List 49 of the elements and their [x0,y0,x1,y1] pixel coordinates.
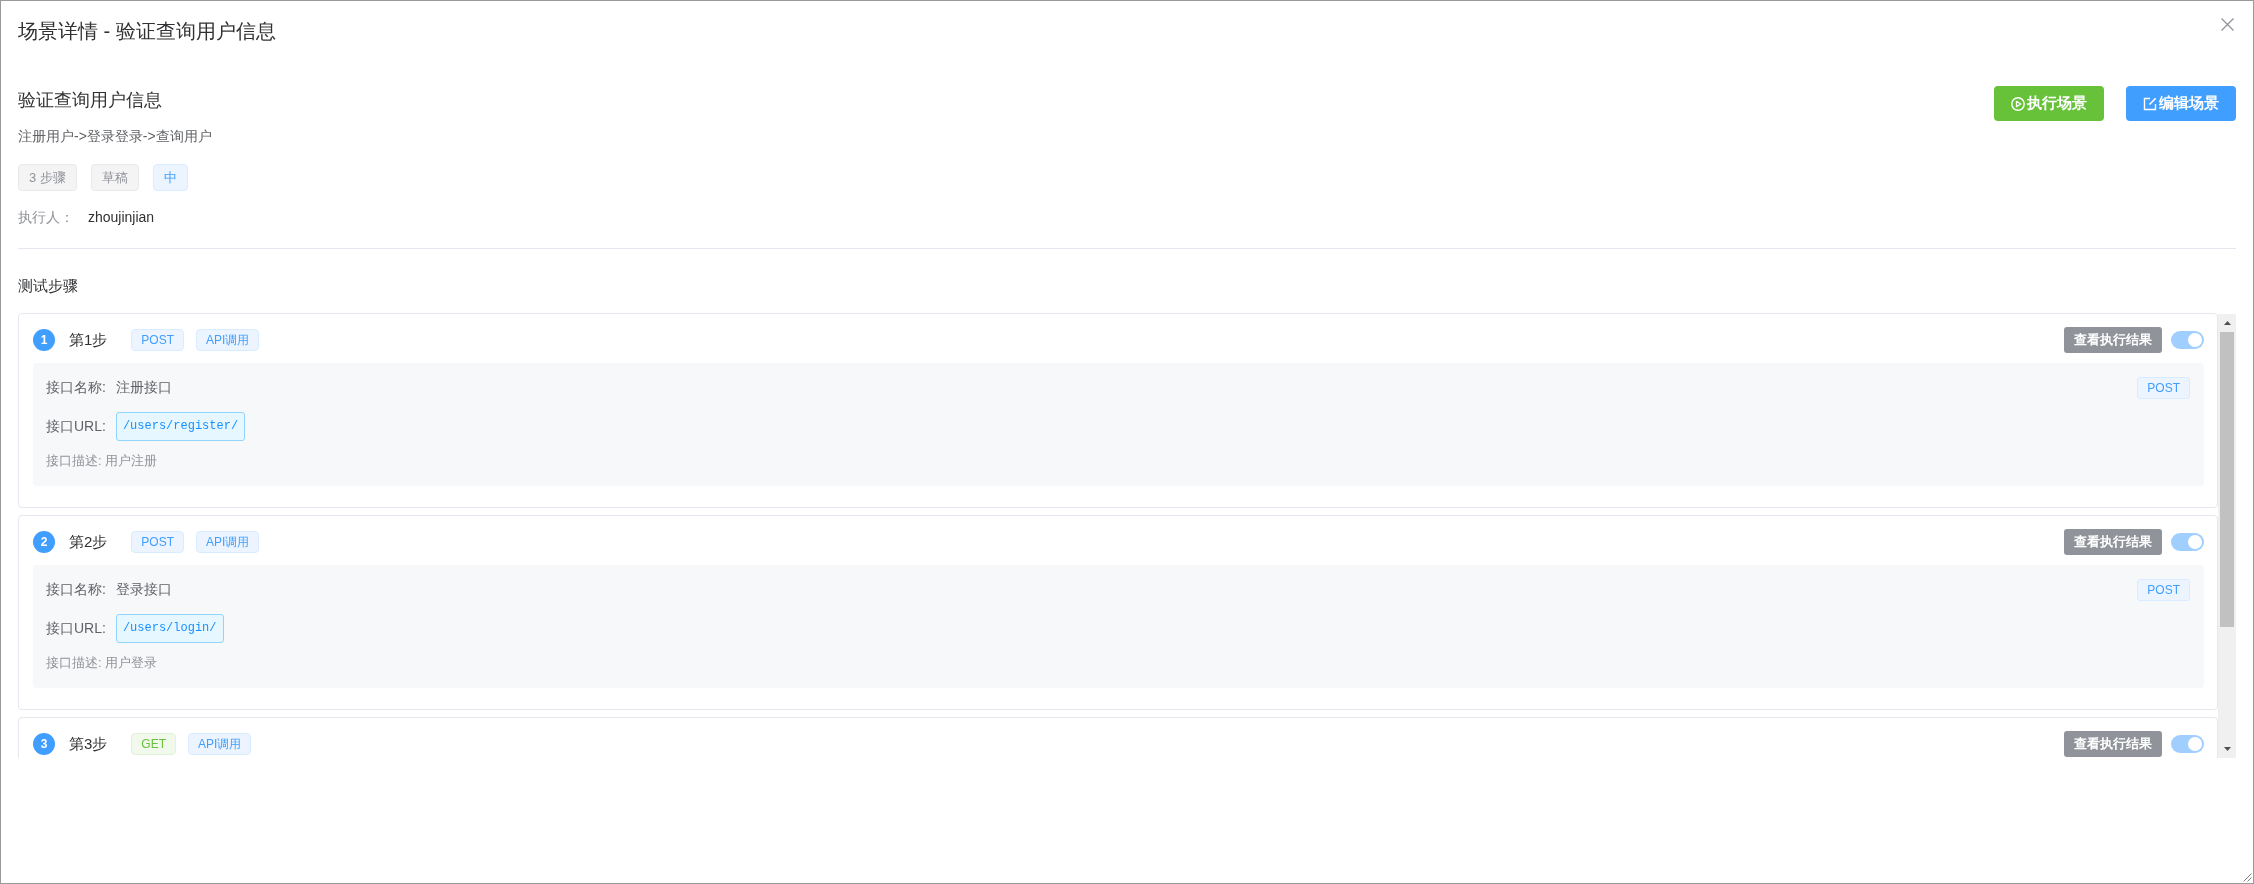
view-result-button[interactable]: 查看执行结果 [2064,731,2162,757]
view-result-button[interactable]: 查看执行结果 [2064,529,2162,555]
method-tag: POST [131,329,184,351]
scenario-tag: 3 步骤 [18,164,77,191]
resize-grip-icon[interactable] [2243,873,2252,882]
type-tag: API调用 [196,329,260,351]
api-name-label: 接口名称: [46,581,106,599]
scroll-up-arrow-icon[interactable] [2223,321,2231,325]
scroll-down-arrow-icon[interactable] [2223,747,2231,751]
method-tag: GET [131,733,176,755]
api-url-label: 接口URL: [46,417,106,436]
edit-icon [2143,96,2157,111]
step-toggle[interactable] [2171,533,2204,551]
type-tag: API调用 [196,531,260,553]
type-tag: API调用 [188,733,252,755]
step-title: 第2步 [69,532,108,552]
dialog-title: 场景详情 - 验证查询用户信息 [18,19,276,44]
step-title: 第3步 [69,734,108,754]
step-number: 3 [33,733,55,755]
api-description: 接口描述: 用户注册 [46,452,159,470]
scenario-description: 注册用户->登录登录->查询用户 [18,127,212,146]
scenario-tag: 中 [152,164,188,191]
method-tag: POST [2137,579,2190,601]
api-name-label: 接口名称: [46,379,106,397]
api-url-code: /users/login/ [115,614,224,643]
step-toggle[interactable] [2171,331,2204,349]
method-tag: POST [131,531,184,553]
api-name-value: 注册接口 [115,379,172,397]
executor-name: zhoujinjian [88,208,155,227]
scenario-tag: 草稿 [90,164,139,191]
close-icon[interactable] [2221,18,2234,31]
executor-label: 执行人： [18,208,74,227]
scrollbar-thumb[interactable] [2220,332,2234,627]
scenario-name: 验证查询用户信息 [18,89,163,112]
step-title: 第1步 [69,330,108,350]
step-number: 2 [33,531,55,553]
edit-scenario-button[interactable]: 编辑场景 [2126,86,2236,121]
play-icon [2011,96,2025,111]
step-toggle[interactable] [2171,735,2204,753]
api-url-label: 接口URL: [46,619,106,638]
method-tag: POST [2137,377,2190,399]
api-name-value: 登录接口 [115,581,172,599]
section-title: 测试步骤 [18,276,79,296]
api-description: 接口描述: 用户登录 [46,654,159,672]
step-number: 1 [33,329,55,351]
api-url-code: /users/register/ [115,412,246,441]
view-result-button[interactable]: 查看执行结果 [2064,327,2162,353]
scrollbar-track[interactable] [2218,314,2236,758]
run-scenario-button[interactable]: 执行场景 [1994,86,2104,121]
